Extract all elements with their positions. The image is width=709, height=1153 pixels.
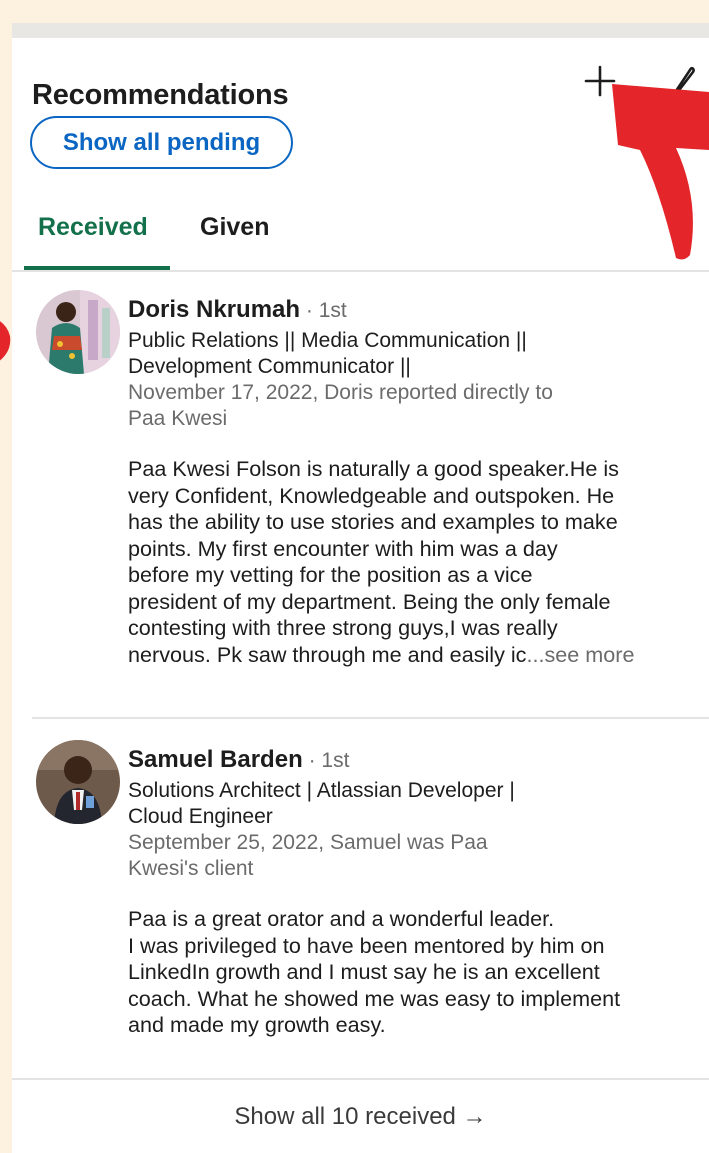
body-line-last: nervous. Pk saw through me and easily ic… bbox=[128, 642, 698, 669]
show-all-pending-button[interactable]: Show all pending bbox=[30, 116, 293, 169]
plus-icon bbox=[584, 65, 616, 97]
recommender-headline: Solutions Architect | Atlassian Develope… bbox=[128, 778, 698, 830]
meta-line: Paa Kwesi bbox=[128, 407, 228, 430]
see-more-link[interactable]: ...see more bbox=[526, 642, 634, 667]
body-line: very Confident, Knowledgeable and outspo… bbox=[128, 482, 615, 508]
body-line: Paa Kwesi Folson is naturally a good spe… bbox=[128, 456, 619, 481]
pencil-icon bbox=[670, 66, 695, 99]
section-title: Recommendations bbox=[32, 79, 289, 111]
avatar-photo bbox=[36, 290, 120, 374]
recommendation-doris: Doris Nkrumah · 1st Public Relations || … bbox=[128, 295, 698, 668]
recommender-name[interactable]: Doris Nkrumah bbox=[128, 296, 300, 323]
headline-line: Development Communicator || bbox=[128, 355, 411, 378]
body-line: and made my growth easy. bbox=[128, 1012, 386, 1037]
edit-recommendations-button[interactable] bbox=[662, 61, 702, 101]
avatar-doris[interactable] bbox=[36, 290, 120, 374]
recommendation-samuel: Samuel Barden · 1st Solutions Architect … bbox=[128, 745, 698, 1039]
relationship-meta: November 17, 2022, Doris reported direct… bbox=[128, 380, 698, 432]
recommender-headline: Public Relations || Media Communication … bbox=[128, 328, 698, 380]
body-line: before my vetting for the position as a … bbox=[128, 562, 533, 587]
connection-degree: · 1st bbox=[300, 299, 347, 322]
meta-line: November 17, 2022, Doris reported direct… bbox=[128, 381, 553, 404]
body-line: Paa is a great orator and a wonderful le… bbox=[128, 906, 555, 931]
body-text: nervous. Pk saw through me and easily ic bbox=[128, 641, 527, 667]
show-all-received-link[interactable]: Show all 10 received → bbox=[12, 1103, 709, 1131]
add-recommendation-button[interactable] bbox=[580, 61, 620, 101]
recommendation-body: Paa is a great orator and a wonderful le… bbox=[128, 906, 698, 1039]
body-line: points. My first encounter with him was … bbox=[128, 535, 558, 561]
body-line: LinkedIn growth and I must say he is an … bbox=[128, 959, 600, 984]
tabs-divider bbox=[12, 270, 709, 272]
headline-line: Public Relations || Media Communication … bbox=[128, 329, 527, 352]
recommender-name-line: Doris Nkrumah · 1st bbox=[128, 295, 698, 326]
recommendation-body: Paa Kwesi Folson is naturally a good spe… bbox=[128, 456, 698, 668]
meta-line: September 25, 2022, Samuel was Paa bbox=[128, 831, 488, 854]
body-line: I was privileged to have been mentored b… bbox=[128, 932, 605, 958]
body-line: contesting with three strong guys,I was … bbox=[128, 615, 558, 640]
avatar-samuel[interactable] bbox=[36, 740, 120, 824]
body-line: president of my department. Being the on… bbox=[128, 588, 611, 614]
body-line: has the ability to use stories and examp… bbox=[128, 509, 618, 534]
relationship-meta: September 25, 2022, Samuel was Paa Kwesi… bbox=[128, 830, 698, 882]
headline-line: Cloud Engineer bbox=[128, 805, 273, 828]
top-separator bbox=[12, 23, 709, 38]
headline-line: Solutions Architect | Atlassian Develope… bbox=[128, 779, 515, 802]
tab-given[interactable]: Given bbox=[200, 213, 269, 242]
recommendation-divider bbox=[32, 717, 709, 719]
recommender-name[interactable]: Samuel Barden bbox=[128, 746, 303, 773]
meta-line: Kwesi's client bbox=[128, 857, 254, 880]
recommendations-card: Recommendations Show all pending Receive… bbox=[12, 23, 709, 1153]
recommender-name-line: Samuel Barden · 1st bbox=[128, 745, 698, 776]
connection-degree: · 1st bbox=[302, 749, 350, 772]
body-line: coach. What he showed me was easy to imp… bbox=[128, 985, 621, 1011]
avatar-photo bbox=[36, 740, 120, 824]
footer-divider bbox=[12, 1078, 709, 1080]
tab-received[interactable]: Received bbox=[38, 213, 148, 242]
